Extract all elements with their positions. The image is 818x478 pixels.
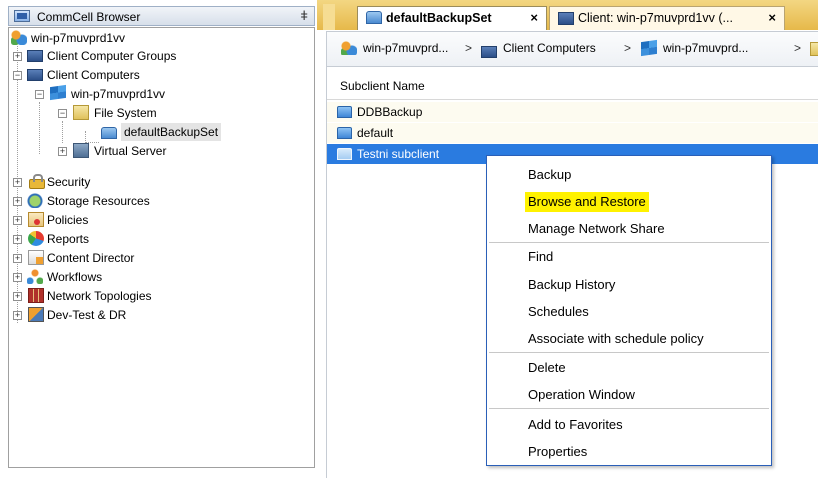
collapse-icon[interactable]: − (13, 71, 22, 80)
dev-test-icon (28, 307, 44, 322)
workflows-icon (27, 269, 43, 284)
breadcrumb-item-commcell[interactable]: win-p7muvprd... (341, 41, 448, 55)
menu-item-properties[interactable]: Properties (528, 442, 587, 462)
breadcrumb-item-client-computers[interactable]: Client Computers (481, 41, 596, 58)
expand-icon[interactable]: + (13, 254, 22, 263)
breadcrumb-label: win-p7muvprd... (363, 41, 449, 55)
tree-line (62, 121, 63, 143)
tree-node-label: win-p7muvprd1vv (71, 87, 166, 101)
lock-icon (29, 174, 45, 189)
menu-item-operation-window[interactable]: Operation Window (528, 385, 635, 405)
commcell-icon (14, 10, 30, 22)
menu-item-backup-history[interactable]: Backup History (528, 275, 615, 295)
breadcrumb-label: Client Computers (503, 41, 596, 55)
tree-node-label: Client Computers (47, 68, 140, 82)
commcell-tree: win-p7muvprd1vv + Client Computer Groups… (8, 27, 315, 468)
tree-node-label: Content Director (47, 251, 135, 265)
breadcrumb-separator: > (624, 41, 632, 55)
tab-default-backupset[interactable]: defaultBackupSet × (357, 6, 547, 30)
commcell-browser-panel: CommCell Browser ǂ win-p7muvprd1vv + Cli… (0, 0, 317, 478)
menu-separator (489, 242, 769, 243)
pin-icon[interactable]: ǂ (300, 8, 308, 23)
tree-line (39, 102, 40, 154)
breadcrumb: win-p7muvprd... > Client Computers > win… (326, 31, 818, 67)
column-header-subclient-name[interactable]: Subclient Name (327, 67, 818, 100)
breadcrumb-separator: > (465, 41, 473, 55)
tree-node-label: Virtual Server (94, 144, 167, 158)
expand-icon[interactable]: + (13, 235, 22, 244)
reports-pie-icon (28, 231, 44, 246)
tree-node-label: Dev-Test & DR (47, 308, 127, 322)
subclient-folder-icon (337, 148, 352, 160)
row-label: default (357, 126, 394, 140)
backupset-icon (366, 11, 382, 24)
subclient-folder-icon (337, 127, 352, 139)
subclient-folder-icon (337, 106, 352, 118)
table-row[interactable]: default (327, 123, 818, 143)
tab-label: defaultBackupSet (386, 11, 492, 25)
menu-item-delete[interactable]: Delete (528, 358, 566, 378)
column-header-label: Subclient Name (340, 79, 425, 93)
expand-icon[interactable]: + (13, 178, 22, 187)
tree-node-label: win-p7muvprd1vv (31, 31, 126, 45)
tree-node-label: Client Computer Groups (47, 49, 177, 63)
tree-node-label: Workflows (47, 270, 103, 284)
menu-item-schedules[interactable]: Schedules (528, 302, 589, 322)
close-icon[interactable]: × (530, 7, 538, 29)
file-system-icon (73, 105, 89, 120)
client-computers-icon (27, 69, 43, 81)
client-icon (341, 41, 357, 55)
windows-icon (641, 39, 657, 57)
tree-node-label: defaultBackupSet (121, 123, 222, 141)
close-icon[interactable]: × (768, 7, 776, 29)
windows-icon (50, 84, 66, 101)
folder-icon[interactable] (810, 42, 818, 56)
menu-item-manage-network-share[interactable]: Manage Network Share (528, 219, 665, 239)
tab-client[interactable]: Client: win-p7muvprd1vv (... × (549, 6, 785, 30)
expand-icon[interactable]: + (13, 216, 22, 225)
tree-node-label: Network Topologies (47, 289, 152, 303)
tree-node-label: File System (94, 106, 157, 120)
expand-icon[interactable]: + (13, 292, 22, 301)
virtual-server-icon (73, 143, 89, 158)
menu-item-browse-and-restore[interactable]: Browse and Restore (525, 192, 649, 212)
client-icon (11, 30, 27, 45)
policies-icon (28, 212, 44, 227)
breadcrumb-separator: > (794, 41, 802, 55)
breadcrumb-item-client[interactable]: win-p7muvprd... (641, 39, 749, 57)
menu-item-backup[interactable]: Backup (528, 165, 571, 185)
computer-group-icon (27, 50, 43, 62)
table-row[interactable]: DDBBackup (327, 102, 818, 122)
menu-separator (489, 352, 769, 353)
commcell-browser-header: CommCell Browser ǂ (8, 6, 315, 26)
menu-item-associate-schedule-policy[interactable]: Associate with schedule policy (528, 329, 704, 349)
expand-icon[interactable]: + (13, 311, 22, 320)
menu-item-add-to-favorites[interactable]: Add to Favorites (528, 415, 623, 435)
tree-node-label: Storage Resources (47, 194, 150, 208)
menu-separator (489, 408, 769, 409)
tab-label: Client: win-p7muvprd1vv (... (578, 11, 733, 25)
network-topology-icon (28, 288, 44, 303)
expand-icon[interactable]: + (13, 197, 22, 206)
collapse-icon[interactable]: − (58, 109, 67, 118)
collapse-icon[interactable]: − (35, 90, 44, 99)
tab-strip: defaultBackupSet × Client: win-p7muvprd1… (317, 0, 818, 30)
content-director-icon (28, 250, 44, 265)
menu-item-find[interactable]: Find (528, 247, 553, 267)
context-menu: Backup Browse and Restore Manage Network… (486, 155, 772, 466)
expand-icon[interactable]: + (13, 52, 22, 61)
storage-icon (27, 193, 43, 208)
backupset-icon (101, 127, 117, 139)
row-label: DDBBackup (357, 105, 423, 119)
tree-node-label: Policies (47, 213, 89, 227)
row-label: Testni subclient (357, 147, 440, 161)
tree-node-label: Security (47, 175, 91, 189)
expand-icon[interactable]: + (13, 273, 22, 282)
client-computers-icon (481, 46, 497, 58)
tree-node-label: Reports (47, 232, 90, 246)
panel-title: CommCell Browser (37, 10, 141, 24)
client-computer-icon (558, 12, 574, 25)
expand-icon[interactable]: + (58, 147, 67, 156)
breadcrumb-label: win-p7muvprd... (663, 41, 749, 55)
